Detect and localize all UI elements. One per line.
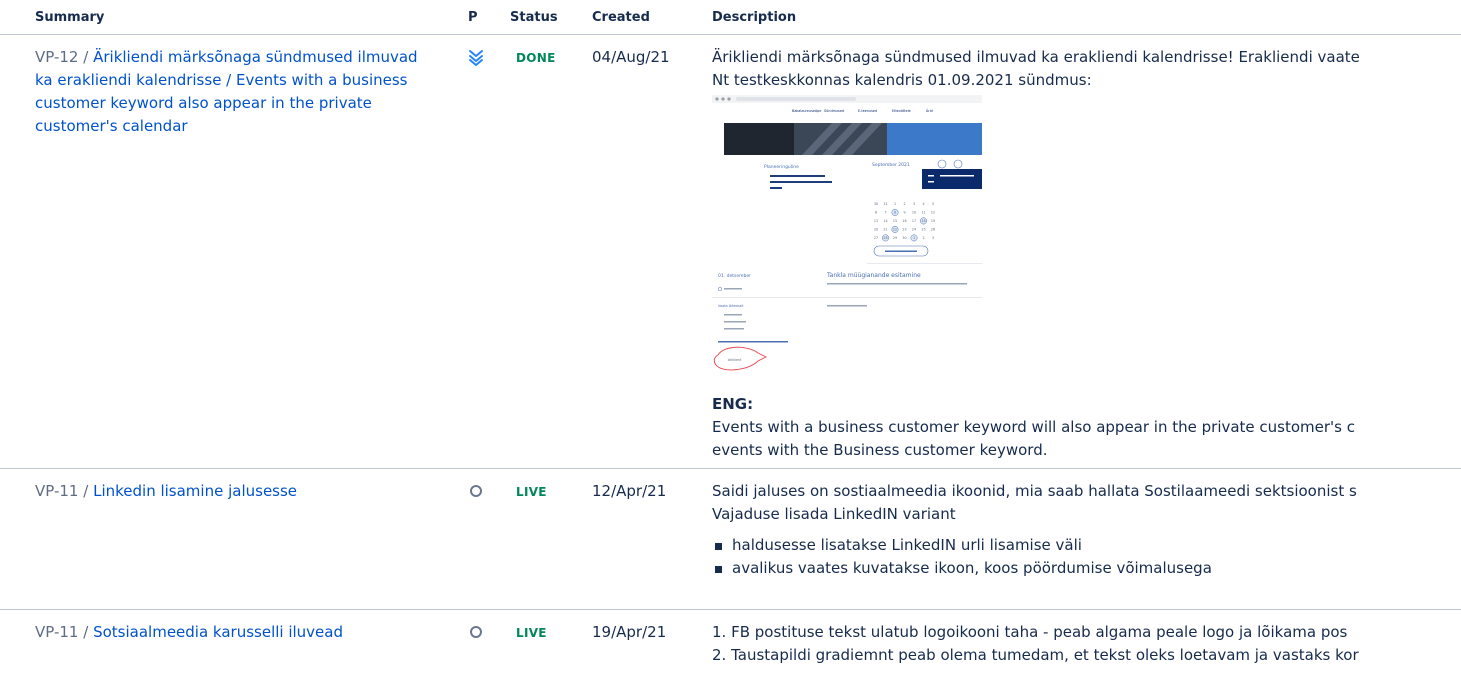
description-line: Saidi jaluses on sostiaalmeedia ikoonid,… bbox=[712, 482, 1357, 500]
column-header-status[interactable]: Status bbox=[510, 10, 558, 25]
issue-summary-link[interactable]: Ärikliendi märksõnaga sündmused ilmuvad … bbox=[35, 48, 418, 135]
description-line: Nt testkeskkonnas kalendris 01.09.2021 s… bbox=[712, 71, 1092, 89]
screenshot-nav-item: Ettevõttele bbox=[892, 109, 911, 113]
screenshot-calendar-day: 2 bbox=[922, 236, 924, 240]
issue-key: VP-12 / bbox=[35, 48, 89, 66]
screenshot-calendar-day: 12 bbox=[931, 211, 935, 215]
screenshot-calendar-day: 29 bbox=[893, 236, 897, 240]
screenshot-calendar-day: 10 bbox=[912, 211, 916, 215]
description-list: haldusesse lisatakse LinkedIN urli lisam… bbox=[712, 534, 1461, 580]
column-header-summary[interactable]: Summary bbox=[35, 10, 104, 25]
screenshot-calendar-day: 3 bbox=[932, 236, 934, 240]
screenshot-calendar-day: 13 bbox=[874, 219, 878, 223]
description-line: 1. FB postituse tekst ulatub logoikooni … bbox=[712, 623, 1348, 641]
screenshot-planning-label: Planeeringuline bbox=[764, 164, 799, 170]
column-header-description[interactable]: Description bbox=[712, 10, 796, 25]
screenshot-calendar-day: 1 bbox=[894, 202, 896, 206]
table-header: Summary P Status Created Description bbox=[0, 0, 1461, 35]
screenshot-calendar-day: 18 bbox=[921, 219, 925, 223]
screenshot-month-label: September 2021 bbox=[872, 162, 910, 168]
screenshot-calendar-day: 6 bbox=[875, 211, 877, 215]
description-line: events with the Business customer keywor… bbox=[712, 441, 1048, 459]
screenshot-calendar-day: 17 bbox=[912, 219, 916, 223]
summary-cell: VP-11 / Linkedin lisamine jalusesse bbox=[35, 480, 435, 503]
screenshot-calendar-day: 27 bbox=[874, 236, 878, 240]
screenshot-calendar-day: 14 bbox=[883, 219, 887, 223]
screenshot-event-date: 01. detsember bbox=[718, 273, 751, 279]
screenshot-calendar-day: 25 bbox=[921, 228, 925, 232]
issue-table: Summary P Status Created Description VP-… bbox=[0, 0, 1461, 673]
lowest-priority-icon bbox=[469, 50, 483, 66]
description-line: Events with a business customer keyword … bbox=[712, 418, 1356, 436]
issue-key: VP-11 / bbox=[35, 482, 89, 500]
status-badge: LIVE bbox=[516, 485, 547, 499]
description-line: Ärikliendi märksõnaga sündmused ilmuvad … bbox=[712, 48, 1360, 66]
screenshot-calendar-day: 20 bbox=[874, 228, 878, 232]
screenshot-calendar-day: 2 bbox=[903, 202, 905, 206]
screenshot-calendar-day: 30 bbox=[902, 236, 906, 240]
screenshot-calendar-day: 19 bbox=[931, 219, 935, 223]
screenshot-calendar-day: 7 bbox=[884, 211, 886, 215]
table-row: VP-11 / Sotsiaalmeedia karusselli iluvea… bbox=[0, 610, 1461, 673]
screenshot-calendar-day: 23 bbox=[902, 228, 906, 232]
screenshot-calendar-day: 16 bbox=[902, 219, 906, 223]
column-header-priority[interactable]: P bbox=[468, 10, 478, 25]
screenshot-calendar-day: 8 bbox=[894, 211, 896, 215]
column-header-created[interactable]: Created bbox=[592, 10, 650, 25]
status-badge: LIVE bbox=[516, 626, 547, 640]
description-cell: Saidi jaluses on sostiaalmeedia ikoonid,… bbox=[712, 480, 1461, 580]
screenshot-calendar-day: 31 bbox=[883, 202, 887, 206]
screenshot-nav-item: Bakalaureuseõpe bbox=[792, 109, 821, 113]
screenshot-calendar-day: 9 bbox=[903, 211, 905, 215]
issue-summary-link[interactable]: Linkedin lisamine jalusesse bbox=[93, 482, 297, 500]
created-date: 04/Aug/21 bbox=[592, 48, 670, 66]
screenshot-event-title: Tankla müügianande esitamine bbox=[826, 272, 921, 279]
description-cell: Ärikliendi märksõnaga sündmused ilmuvad … bbox=[712, 46, 1461, 462]
screenshot-calendar-day: 3 bbox=[913, 202, 915, 206]
screenshot-nav-item: E-teenused bbox=[858, 109, 877, 113]
screenshot-calendar-day: 26 bbox=[931, 228, 935, 232]
description-cell: 1. FB postituse tekst ulatub logoikooni … bbox=[712, 621, 1461, 667]
calendar-screenshot-graphic: Bakalaureuseõpe Sündmused E-teenused Ett… bbox=[712, 95, 982, 371]
created-date: 12/Apr/21 bbox=[592, 482, 667, 500]
screenshot-calendar-day: 21 bbox=[883, 228, 887, 232]
screenshot-circled-label: äriklient bbox=[728, 358, 742, 362]
summary-cell: VP-11 / Sotsiaalmeedia karusselli iluvea… bbox=[35, 621, 435, 644]
list-item: avalikus vaates kuvatakse ikoon, koos pö… bbox=[715, 557, 1461, 580]
issue-key: VP-11 / bbox=[35, 623, 89, 641]
screenshot-calendar-day: 22 bbox=[893, 228, 897, 232]
screenshot-calendar-day: 1 bbox=[913, 236, 915, 240]
screenshot-calendar-day: 5 bbox=[932, 202, 934, 206]
status-badge: DONE bbox=[516, 51, 556, 65]
screenshot-calendar-day: 4 bbox=[922, 202, 924, 206]
screenshot-calendar-day: 11 bbox=[921, 211, 925, 215]
screenshot-nav-item: Sündmused bbox=[824, 109, 844, 113]
list-item: haldusesse lisatakse LinkedIN urli lisam… bbox=[715, 534, 1461, 557]
description-line: 2. Taustapildi gradiemnt peab olema tume… bbox=[712, 646, 1359, 664]
screenshot-more-link: Vaata lähemalt bbox=[718, 304, 744, 308]
summary-cell: VP-12 / Ärikliendi märksõnaga sündmused … bbox=[35, 46, 435, 138]
table-row: VP-11 / Linkedin lisamine jalusesse LIVE… bbox=[0, 469, 1461, 610]
screenshot-calendar-day: 28 bbox=[883, 236, 887, 240]
created-date: 19/Apr/21 bbox=[592, 623, 667, 641]
description-line: Vajaduse lisada LinkedIN variant bbox=[712, 505, 956, 523]
eng-heading: ENG: bbox=[712, 395, 754, 413]
circle-priority-icon bbox=[470, 485, 482, 497]
screenshot-calendar-day: 15 bbox=[893, 219, 897, 223]
screenshot-calendar-day: 30 bbox=[874, 202, 878, 206]
circle-priority-icon bbox=[470, 626, 482, 638]
screenshot-nav-item: Ärid bbox=[926, 108, 933, 113]
issue-summary-link[interactable]: Sotsiaalmeedia karusselli iluvead bbox=[93, 623, 343, 641]
table-row: VP-12 / Ärikliendi märksõnaga sündmused … bbox=[0, 35, 1461, 469]
screenshot-calendar-day: 24 bbox=[912, 228, 916, 232]
calendar-screenshot-image[interactable]: Bakalaureuseõpe Sündmused E-teenused Ett… bbox=[712, 95, 982, 385]
